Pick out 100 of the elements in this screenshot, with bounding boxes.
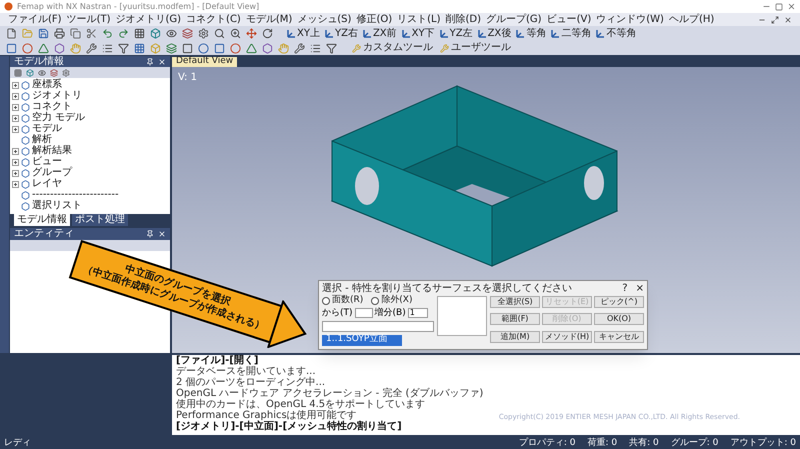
expand-plus-icon[interactable] (12, 82, 19, 89)
cube-icon[interactable] (26, 68, 34, 77)
tool-button[interactable]: カスタムツール (349, 43, 436, 53)
toolbar-button[interactable] (228, 42, 243, 54)
dialog-button[interactable]: 範囲(F) (490, 313, 540, 326)
menu-item[interactable]: 修正(O) (356, 14, 392, 24)
toolbar-button[interactable] (20, 42, 35, 54)
toolbar-button[interactable] (212, 42, 227, 54)
tree-item[interactable]: レイヤ (32, 179, 62, 190)
expand-plus-icon[interactable] (12, 180, 19, 188)
expand-plus-icon[interactable] (12, 158, 19, 166)
toolbar-button[interactable] (36, 27, 51, 40)
eye-icon[interactable] (38, 68, 46, 77)
toolbar-button[interactable] (244, 42, 259, 54)
radio-button[interactable] (322, 296, 330, 304)
toolbar-button[interactable] (52, 27, 67, 40)
settings-icon[interactable] (62, 68, 70, 77)
toolbar-button[interactable] (84, 42, 99, 54)
toolbar-button[interactable] (148, 27, 163, 40)
menu-item[interactable]: 削除(D) (446, 14, 482, 24)
tree-item[interactable]: グループ (32, 168, 72, 178)
tree-item[interactable]: ビュー (32, 157, 62, 168)
view-button[interactable]: 二等角 (549, 28, 594, 38)
tree-item[interactable]: 座標系 (32, 80, 62, 90)
menu-item[interactable]: リスト(L) (397, 14, 440, 24)
pin-icon[interactable] (146, 230, 154, 238)
toolbar-button[interactable] (52, 42, 67, 54)
dialog-button[interactable]: OK(O) (594, 313, 644, 326)
group-dropdown[interactable] (322, 321, 434, 332)
menu-item[interactable]: ツール(T) (66, 14, 110, 24)
toolbar-button[interactable] (260, 42, 275, 54)
expand-plus-icon[interactable] (12, 170, 19, 177)
menu-item[interactable]: メッシュ(S) (297, 14, 352, 24)
expand-plus-icon[interactable] (12, 104, 19, 111)
view-button[interactable]: YZ左 (438, 28, 475, 38)
toolbar-button[interactable] (180, 42, 195, 54)
close-icon[interactable] (158, 58, 166, 66)
tree-item[interactable]: 解析 (32, 135, 52, 146)
tree-item[interactable]: 選択リスト (32, 201, 82, 212)
toolbar-button[interactable] (228, 27, 243, 40)
tree-item[interactable]: ------------------------ (32, 190, 119, 200)
dialog-button[interactable]: キャンセル (594, 330, 644, 343)
tree-item[interactable]: コネクト (32, 102, 72, 112)
menu-item[interactable]: ウィンドウ(W) (596, 14, 664, 24)
toolbar-button[interactable] (212, 27, 227, 40)
step-field[interactable]: 1 (408, 308, 428, 318)
view-button[interactable]: YZ右 (322, 28, 360, 38)
radio-button[interactable] (371, 296, 380, 304)
view-button[interactable]: ZX前 (360, 28, 399, 38)
toolbar-button[interactable] (196, 42, 211, 54)
menu-item[interactable]: グループ(G) (486, 14, 542, 24)
menu-item[interactable]: ビュー(V) (546, 14, 592, 24)
tree-item[interactable]: ジオメトリ (32, 91, 82, 102)
view-button[interactable]: ZX後 (476, 28, 514, 38)
menu-item[interactable]: ジオメトリ(G) (115, 14, 182, 24)
toolbar-button[interactable] (164, 27, 179, 40)
grid-icon[interactable] (14, 68, 22, 77)
toolbar-button[interactable] (132, 27, 147, 40)
tree-item[interactable]: モデル (32, 124, 62, 134)
expand-plus-icon[interactable] (12, 92, 19, 100)
dropdown-item[interactable]: 1..1.SOYP立面 (322, 335, 402, 346)
toolbar-button[interactable] (4, 42, 19, 54)
toolbar-button[interactable] (36, 42, 51, 54)
expand-plus-icon[interactable] (12, 126, 19, 133)
dialog-button[interactable]: ピック(^) (594, 296, 644, 308)
view-tab[interactable]: Default View (172, 57, 238, 67)
toolbar-button[interactable] (116, 42, 131, 54)
panel-tab[interactable]: モデル情報 (14, 214, 70, 226)
expand-plus-icon[interactable] (12, 148, 19, 155)
layers-icon[interactable] (50, 68, 58, 77)
toolbar-button[interactable] (68, 27, 83, 40)
tool-button[interactable]: ユーザツール (437, 43, 514, 53)
view-button[interactable]: 等角 (514, 28, 548, 38)
maximize-icon[interactable] (775, 2, 783, 10)
dialog-button[interactable]: 全選択(S) (490, 296, 540, 308)
toolbar-button[interactable] (292, 42, 307, 54)
toolbar-button[interactable] (260, 27, 275, 40)
help-button[interactable]: ? (622, 284, 628, 294)
dialog-button[interactable]: メソッド(H) (542, 330, 592, 343)
tree-item[interactable]: 空力 モデル (32, 113, 86, 124)
close-icon[interactable] (784, 16, 792, 24)
view-button[interactable]: XY上 (285, 28, 322, 38)
close-icon[interactable] (787, 2, 796, 11)
panel-tab[interactable]: ポスト処理 (72, 214, 128, 226)
view-button[interactable]: 不等角 (594, 28, 638, 38)
toolbar-button[interactable] (244, 27, 259, 40)
menu-item[interactable]: ファイル(F) (8, 14, 62, 24)
toolbar-button[interactable] (196, 27, 211, 40)
tree-item[interactable]: 解析結果 (32, 146, 72, 156)
dialog-button[interactable]: 追加(M) (490, 330, 540, 343)
from-field[interactable] (354, 308, 373, 318)
menu-item[interactable]: モデル(M) (246, 14, 292, 24)
restore-icon[interactable] (771, 16, 779, 24)
view-button[interactable]: XY下 (400, 28, 437, 38)
toolbar-button[interactable] (132, 42, 147, 54)
close-button[interactable]: × (636, 284, 644, 294)
menu-item[interactable]: コネクト(C) (186, 14, 241, 24)
menu-item[interactable]: ヘルプ(H) (668, 14, 714, 24)
toolbar-button[interactable] (324, 42, 339, 54)
toolbar-button[interactable] (180, 27, 195, 40)
